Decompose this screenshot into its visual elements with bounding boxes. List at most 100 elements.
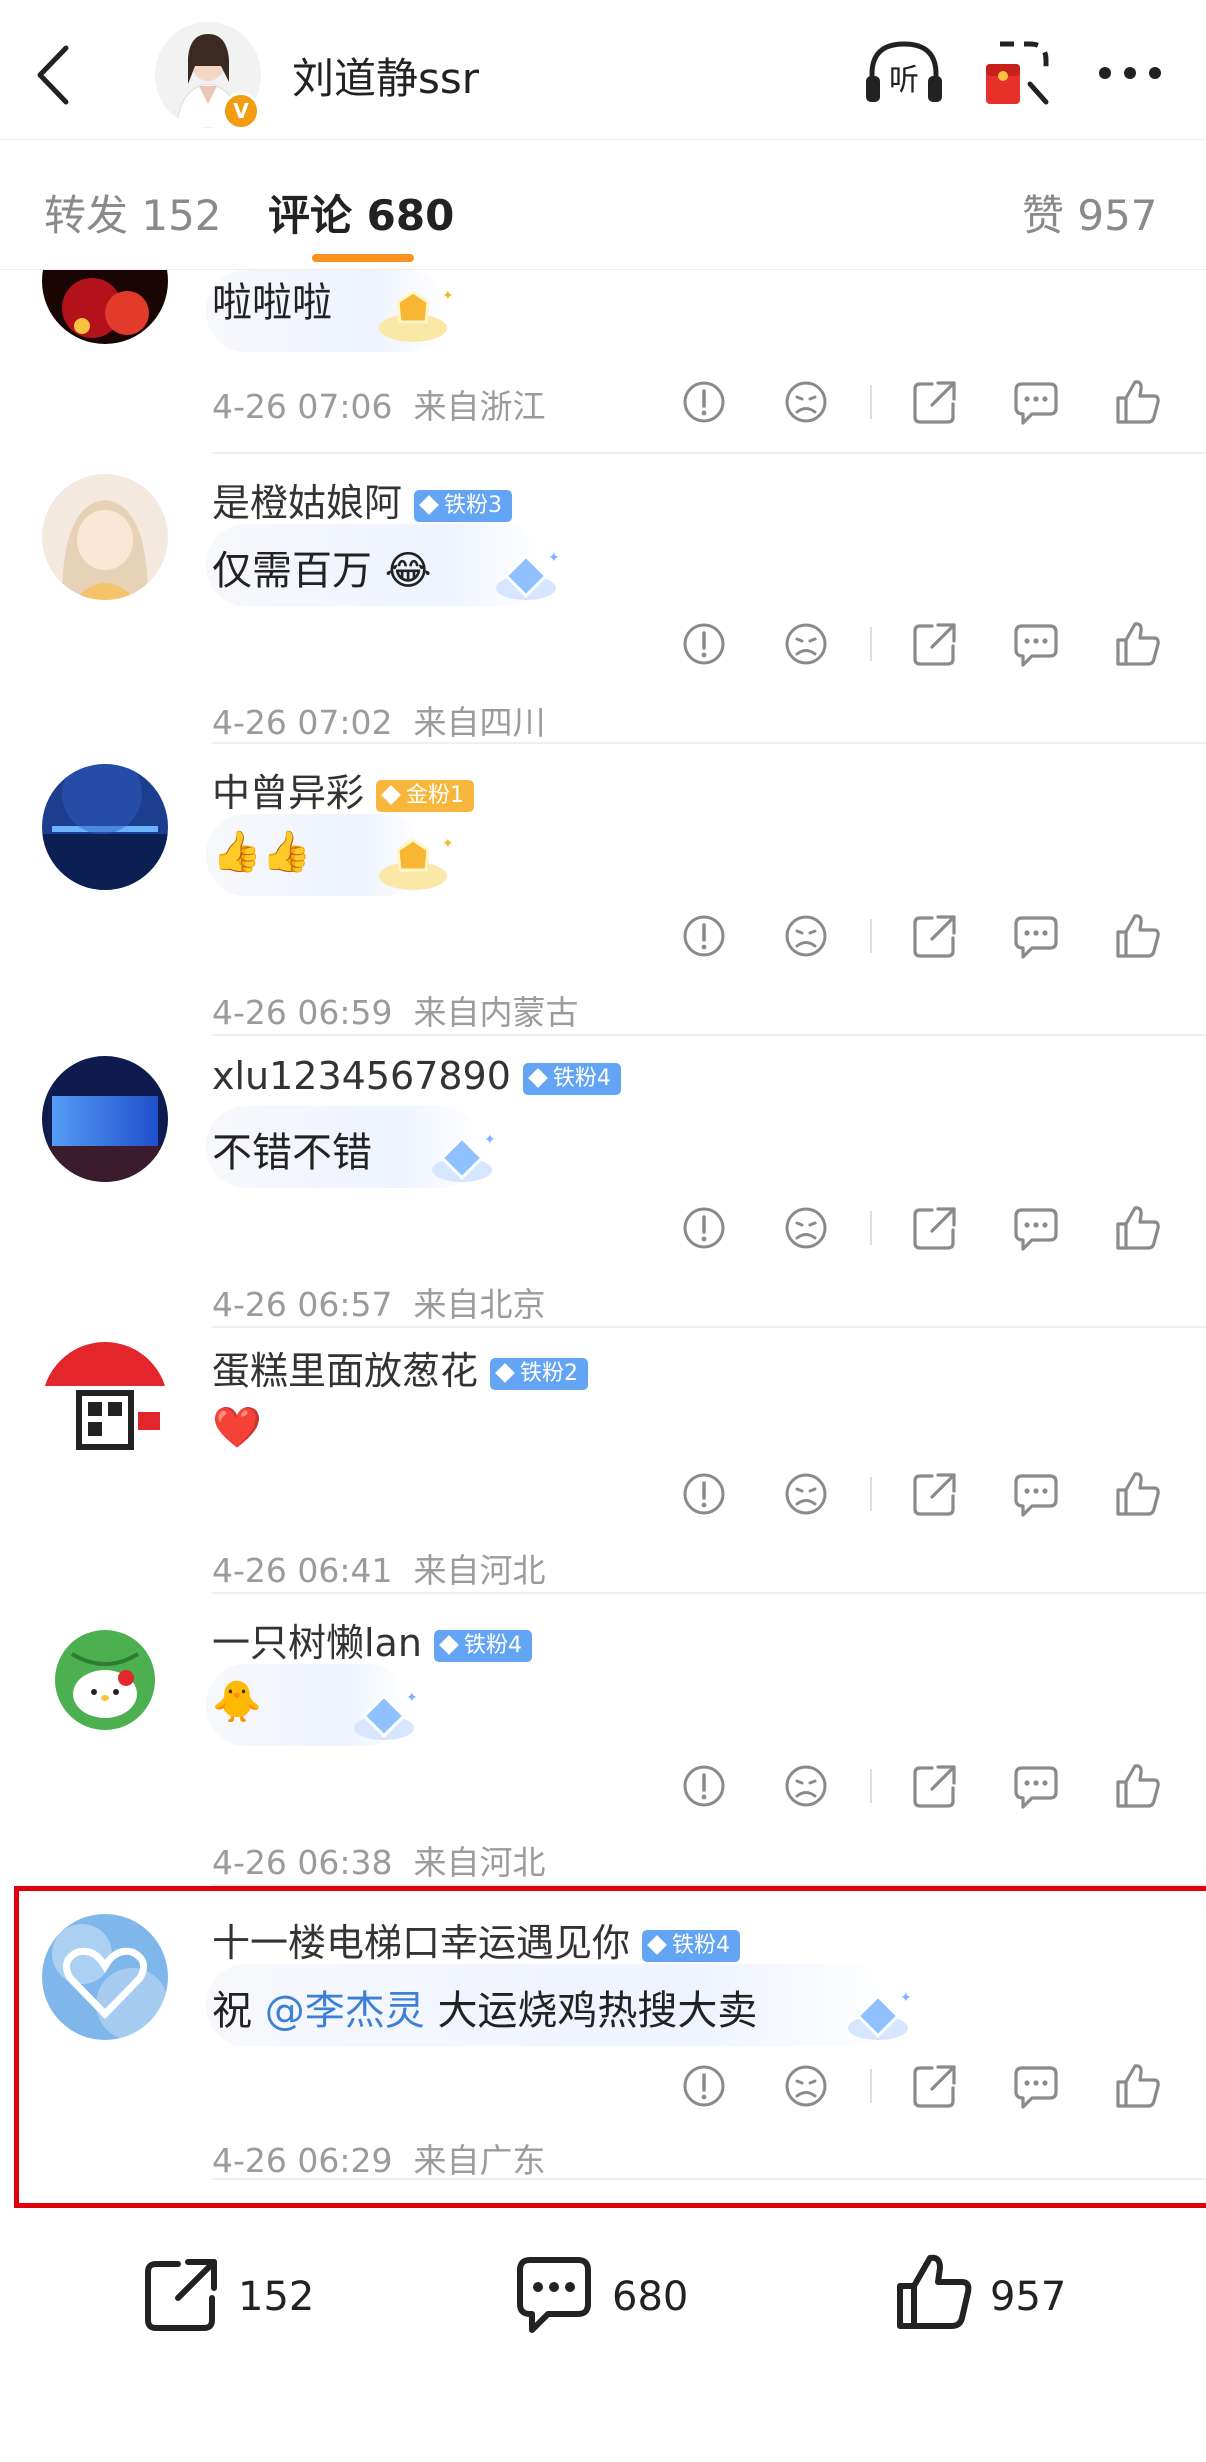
- gold-star-decoration-icon: ✦: [379, 288, 454, 342]
- reply-button[interactable]: [1012, 912, 1060, 960]
- comment-user-name[interactable]: 是橙姑娘阿 铁粉3: [212, 472, 513, 527]
- dislike-icon: [785, 1207, 827, 1249]
- share-icon: [913, 381, 956, 424]
- comment-location: 来自四川: [413, 703, 546, 742]
- action-separator: [870, 627, 872, 661]
- comment-meta: 4-26 06:38 来自河北: [212, 1836, 545, 1884]
- dislike-button[interactable]: [782, 620, 830, 668]
- like-button[interactable]: [1114, 620, 1162, 668]
- divider: [212, 742, 1206, 744]
- reply-button[interactable]: [1012, 1204, 1060, 1252]
- comment-avatar[interactable]: [42, 764, 168, 890]
- comment-item: xlu1234567890 铁粉4 不错不错 ✦ 4-26 06:57 来自北京: [0, 1034, 1206, 1326]
- dislike-button[interactable]: [782, 1762, 830, 1810]
- fan-badge: 铁粉4: [522, 1062, 621, 1095]
- reply-button[interactable]: [1012, 1762, 1060, 1810]
- comment-user-name[interactable]: xlu1234567890 铁粉4: [212, 1054, 621, 1098]
- divider: [212, 1326, 1206, 1328]
- share-button[interactable]: [910, 620, 958, 668]
- tab-reposts[interactable]: 转发 152: [44, 182, 222, 243]
- tab-bar: 转发 152 评论 680 赞 957: [0, 140, 1206, 270]
- blue-diamond-decoration-icon: ✦: [354, 1690, 418, 1740]
- svg-text:✦: ✦: [442, 836, 454, 852]
- share-icon: [913, 915, 956, 958]
- share-button[interactable]: [910, 1470, 958, 1518]
- reply-button[interactable]: [1012, 1470, 1060, 1518]
- report-button[interactable]: [680, 1762, 728, 1810]
- like-button[interactable]: [1114, 1204, 1162, 1252]
- blue-diamond-decoration-icon: ✦: [432, 1132, 496, 1182]
- like-button[interactable]: [1114, 1470, 1162, 1518]
- back-button[interactable]: [30, 40, 80, 110]
- comment-user-name[interactable]: 一只树懒lan 铁粉4: [212, 1612, 532, 1667]
- like-button[interactable]: [1114, 378, 1162, 426]
- like-button[interactable]: [1114, 912, 1162, 960]
- reply-icon: [1014, 1208, 1058, 1251]
- share-button[interactable]: [910, 1204, 958, 1252]
- repost-button[interactable]: 152: [142, 2248, 362, 2348]
- more-button[interactable]: [1095, 56, 1165, 90]
- like-icon: [1116, 622, 1160, 666]
- svg-text:✦: ✦: [442, 288, 454, 304]
- like-button[interactable]: [1114, 1762, 1162, 1810]
- listen-label: 听: [889, 63, 919, 98]
- gold-fan-badge: 金粉1: [376, 779, 475, 812]
- comment-content: ❤️: [212, 1405, 262, 1451]
- gold-star-decoration-icon: ✦: [379, 836, 454, 890]
- comment-time: 4-26 06:57: [212, 1285, 393, 1324]
- dislike-button[interactable]: [782, 1204, 830, 1252]
- comment-avatar[interactable]: [42, 1614, 168, 1740]
- reply-icon: [1014, 1474, 1058, 1517]
- share-button[interactable]: [910, 378, 958, 426]
- top-bar: V 刘道静ssr 听: [0, 0, 1206, 140]
- like-icon: [1116, 914, 1160, 958]
- share-button[interactable]: [910, 912, 958, 960]
- listen-button[interactable]: 听: [862, 38, 946, 108]
- share-icon: [913, 1473, 956, 1516]
- red-packet-search-button[interactable]: [980, 36, 1054, 110]
- comment-content: 啦啦啦: [212, 280, 332, 326]
- reply-icon: [1014, 382, 1058, 425]
- verified-badge: V: [222, 92, 260, 130]
- comment-count: 680: [612, 2274, 689, 2320]
- report-icon: [683, 623, 725, 665]
- repost-count: 152: [238, 2274, 315, 2320]
- comment-time: 4-26 06:41: [212, 1551, 393, 1590]
- report-button[interactable]: [680, 1470, 728, 1518]
- dislike-icon: [785, 1473, 827, 1515]
- report-button[interactable]: [680, 620, 728, 668]
- action-separator: [870, 385, 872, 419]
- report-icon: [683, 1765, 725, 1807]
- highlight-box: [14, 1886, 1206, 2208]
- header-user-name[interactable]: 刘道静ssr: [292, 45, 479, 106]
- comment-avatar[interactable]: [42, 474, 168, 600]
- tab-likes[interactable]: 赞 957: [1022, 182, 1158, 243]
- comment-avatar[interactable]: [42, 1342, 168, 1468]
- dislike-icon: [785, 623, 827, 665]
- reply-button[interactable]: [1012, 620, 1060, 668]
- comment-content: 不错不错: [212, 1130, 372, 1176]
- dislike-button[interactable]: [782, 1470, 830, 1518]
- dislike-icon: [785, 1765, 827, 1807]
- like-button[interactable]: 957: [894, 2248, 1094, 2348]
- comment-avatar[interactable]: [42, 270, 168, 344]
- share-icon: [145, 2259, 217, 2331]
- comment-button[interactable]: 680: [514, 2248, 714, 2348]
- report-button[interactable]: [680, 1204, 728, 1252]
- dislike-button[interactable]: [782, 912, 830, 960]
- reply-icon: [1014, 916, 1058, 959]
- comment-user-name[interactable]: 中曾异彩 金粉1: [212, 762, 475, 817]
- comment-content: 👍👍: [212, 829, 312, 875]
- dislike-button[interactable]: [782, 378, 830, 426]
- report-button[interactable]: [680, 378, 728, 426]
- report-button[interactable]: [680, 912, 728, 960]
- comment-user-name[interactable]: 蛋糕里面放葱花 铁粉2: [212, 1340, 589, 1395]
- comment-meta: 4-26 06:41 来自河北: [212, 1544, 545, 1592]
- headphones-icon: 听: [866, 41, 942, 102]
- tab-comments[interactable]: 评论 680: [268, 182, 454, 243]
- comment-avatar[interactable]: [42, 1056, 168, 1182]
- reply-button[interactable]: [1012, 378, 1060, 426]
- report-icon: [683, 381, 725, 423]
- report-icon: [683, 1207, 725, 1249]
- share-button[interactable]: [910, 1762, 958, 1810]
